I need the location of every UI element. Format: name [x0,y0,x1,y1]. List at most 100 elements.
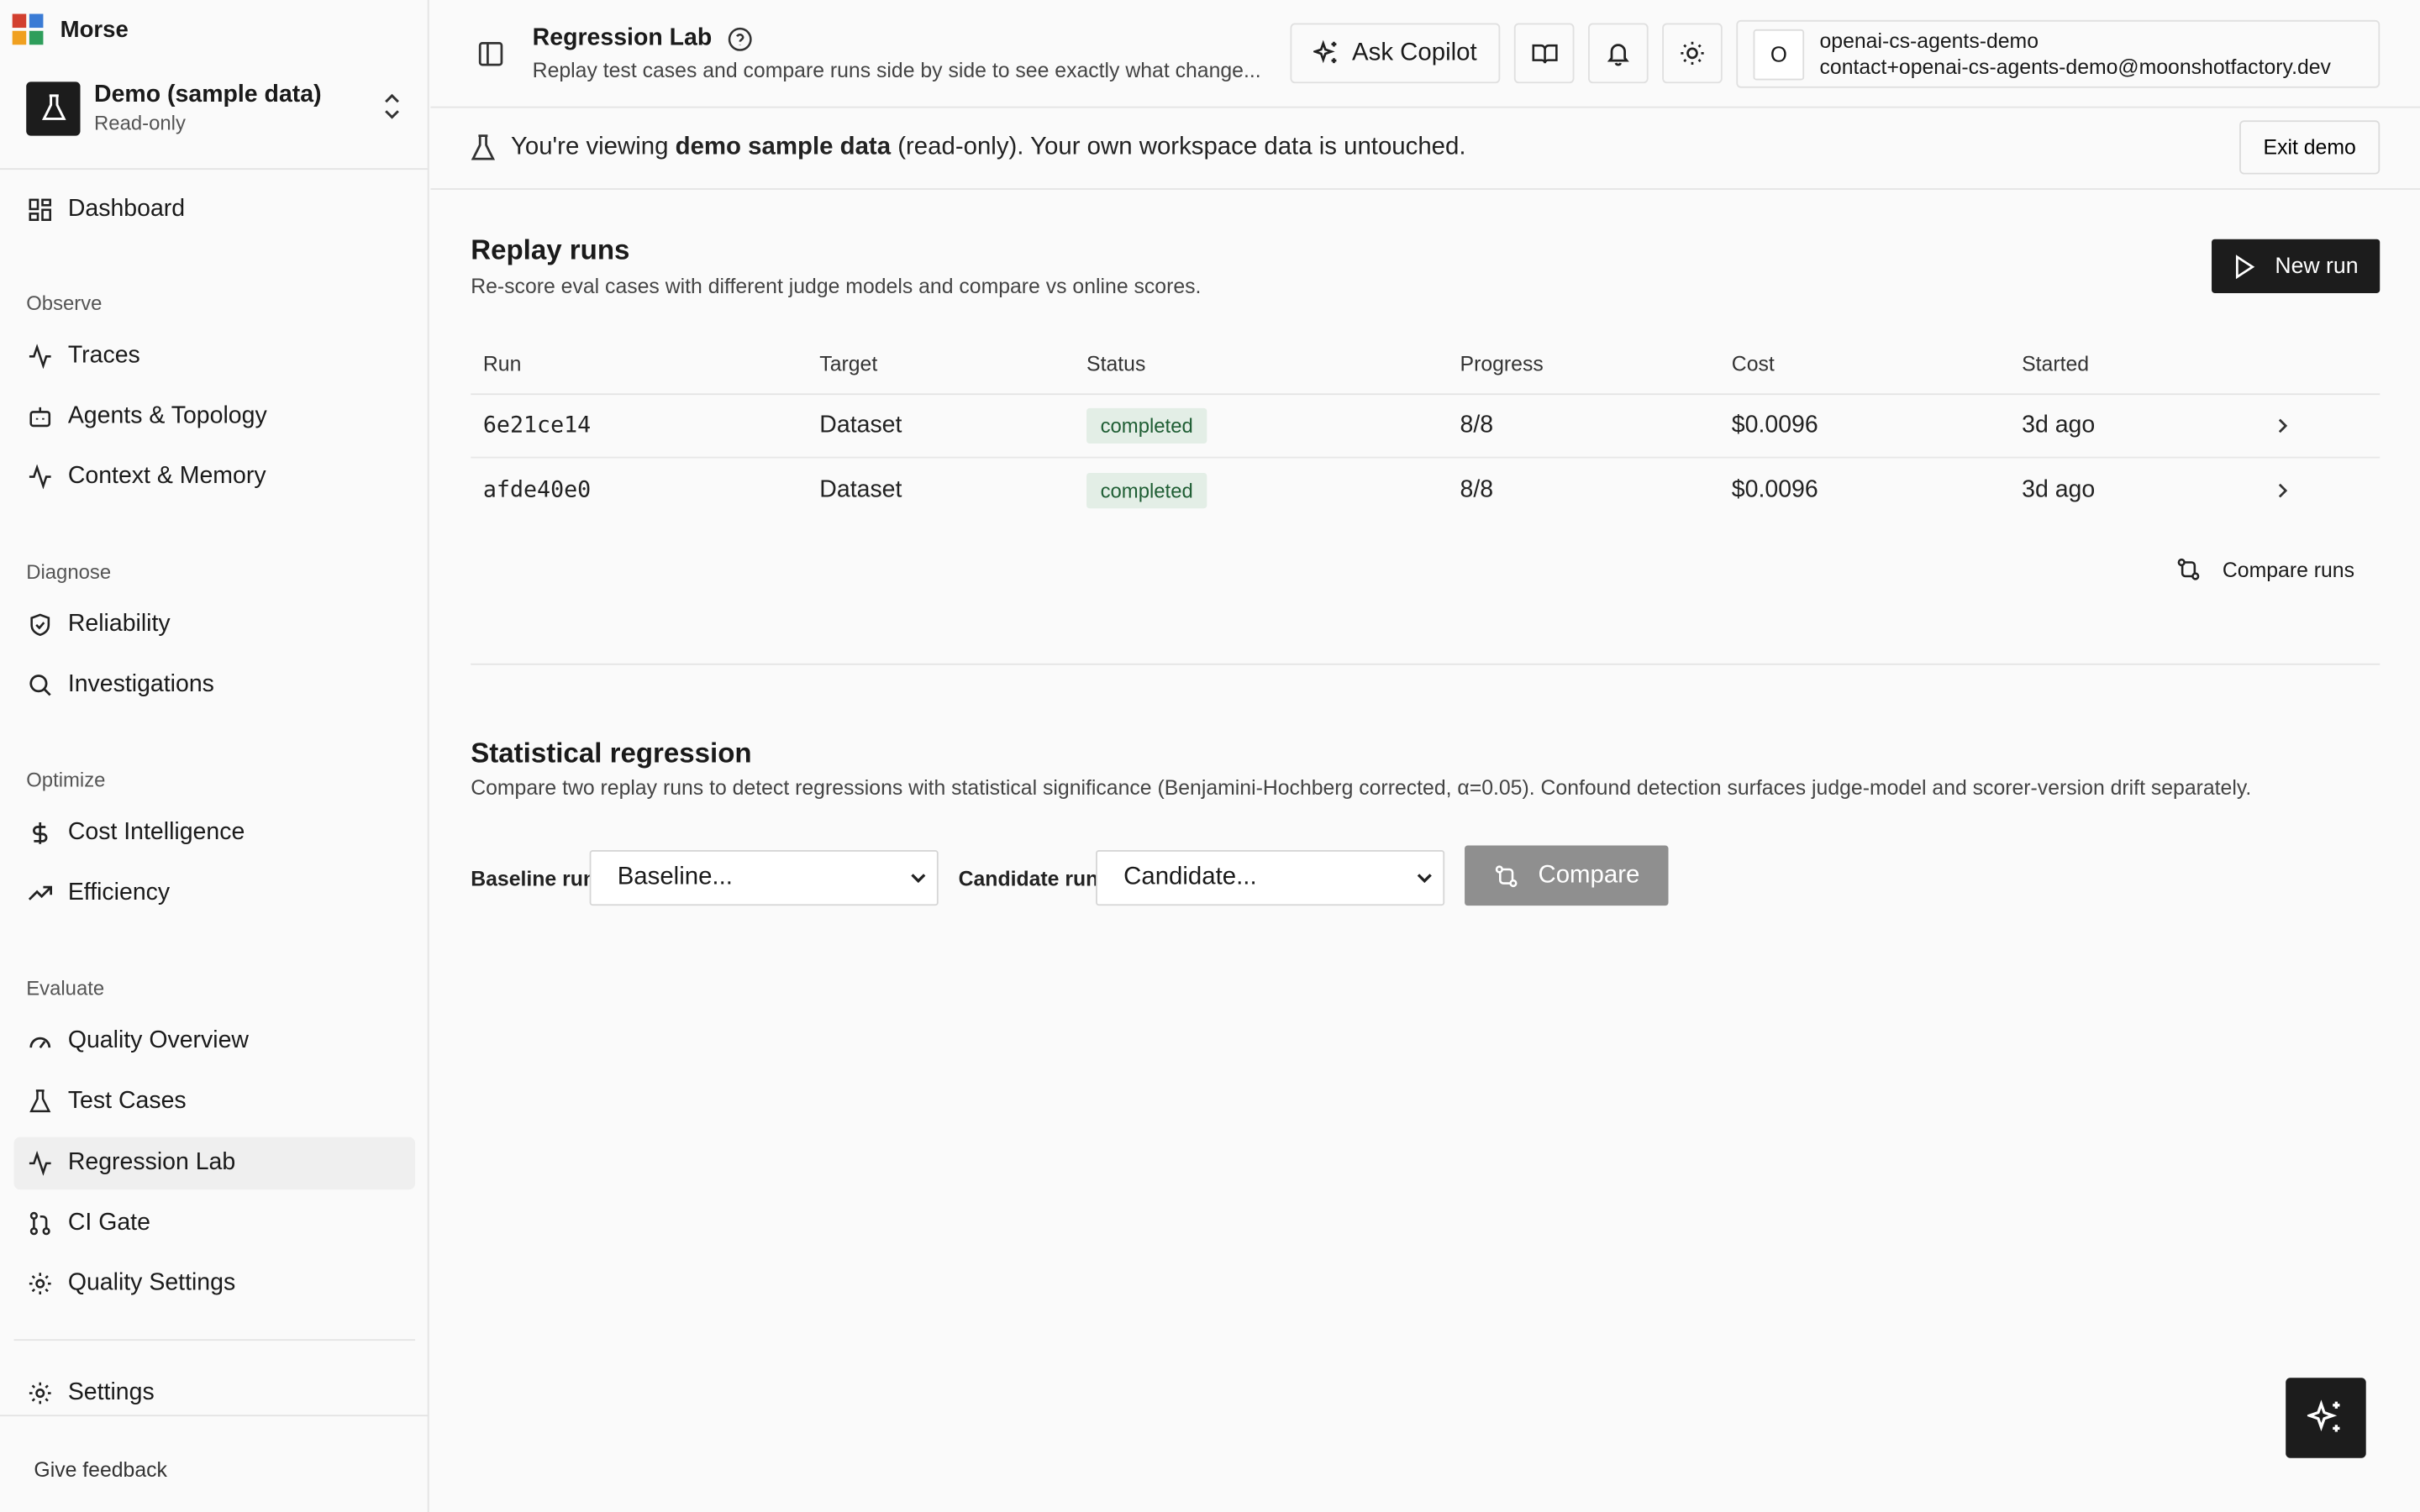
sidebar-item-label: Agents & Topology [67,402,267,429]
sidebar-item-test-cases[interactable]: Test Cases [14,1075,416,1127]
user-menu[interactable]: O openai-cs-agents-demo contact+openai-c… [1736,19,2381,88]
column-header-status[interactable]: Status [1086,352,1145,375]
candidate-run-label: Candidate run [958,867,1099,890]
sidebar-item-cost[interactable]: Cost Intelligence [14,807,416,859]
section-optimize: Optimize [26,768,106,792]
git-pull-request-icon [29,1211,50,1236]
compare-label: Compare [1538,861,1640,889]
sidebar-divider [0,168,429,171]
baseline-run-label: Baseline run [471,867,597,890]
sidebar-item-traces[interactable]: Traces [14,330,416,382]
chevron-right-icon[interactable] [2275,417,2290,435]
status-badge: completed [1086,407,1207,444]
search-icon [29,675,51,696]
play-icon [2235,254,2255,279]
demo-banner-text: You're viewing demo sample data (read-on… [510,134,1466,161]
sidebar-item-settings[interactable]: Settings [14,1367,416,1419]
sparkles-icon [1313,39,1337,64]
baseline-run-select[interactable]: Baseline... [589,850,939,906]
activity-icon [29,464,51,490]
dashboard-icon [29,198,51,222]
statistical-regression-title: Statistical regression [471,737,752,769]
sidebar-item-reliability[interactable]: Reliability [14,599,416,651]
demo-banner: You're viewing demo sample data (read-on… [430,109,2420,190]
workspace-switcher[interactable]: Demo (sample data) Read-only [26,77,412,139]
sidebar-item-dashboard[interactable]: Dashboard [14,184,416,236]
sidebar-item-quality-settings[interactable]: Quality Settings [14,1257,416,1310]
theme-toggle-button[interactable] [1662,23,1723,84]
table-header: Run Target Status Progress Cost Started [471,333,2381,396]
run-started: 3d ago [2022,412,2096,438]
column-header-target[interactable]: Target [819,352,877,375]
sidebar-item-regression-lab[interactable]: Regression Lab [13,1137,416,1190]
new-run-label: New run [2275,254,2359,279]
sidebar-toggle-icon[interactable] [477,40,505,68]
brand[interactable]: Morse [12,13,129,46]
shield-check-icon [30,613,50,637]
copilot-fab-button[interactable] [2286,1378,2366,1458]
table-row[interactable]: afde40e0 Dataset completed 8/8 $0.0096 3… [471,459,2380,522]
sidebar-item-agents[interactable]: Agents & Topology [14,391,416,443]
sidebar-item-label: Context & Memory [67,463,266,490]
section-divider [471,663,2381,665]
page-title: Regression Lab [533,24,754,52]
column-header-progress[interactable]: Progress [1460,352,1544,375]
replay-runs-description: Re-score eval cases with different judge… [471,274,1202,298]
candidate-run-select[interactable]: Candidate... [1096,850,1445,906]
sidebar: Morse Demo (sample data) Read-only Dashb… [0,0,429,1512]
section-diagnose: Diagnose [26,559,112,584]
sidebar-item-label: Quality Overview [67,1027,250,1054]
sidebar-item-context[interactable]: Context & Memory [14,450,416,502]
sidebar-item-label: Settings [67,1379,155,1406]
ask-copilot-button[interactable]: Ask Copilot [1290,23,1501,84]
compare-button[interactable]: Compare [1465,845,1669,906]
run-target: Dataset [819,412,902,438]
sidebar-item-label: Dashboard [67,196,186,223]
run-progress: 8/8 [1460,412,1494,438]
column-header-run[interactable]: Run [483,352,521,375]
sidebar-item-label: CI Gate [67,1209,150,1236]
table-row[interactable]: 6e21ce14 Dataset completed 8/8 $0.0096 3… [471,395,2381,459]
docs-button[interactable] [1513,23,1575,84]
section-evaluate: Evaluate [26,976,105,1000]
trending-up-icon [28,885,52,900]
compare-runs-label: Compare runs [2222,557,2355,581]
notifications-button[interactable] [1587,23,1649,84]
chevrons-up-down-icon [385,93,399,119]
chevron-down-icon [1417,874,1432,884]
gauge-icon [29,1037,51,1048]
workspace-title: Demo (sample data) [94,81,322,108]
sidebar-item-ci-gate[interactable]: CI Gate [14,1197,416,1249]
chevron-down-icon [911,874,926,884]
exit-demo-button[interactable]: Exit demo [2239,120,2381,175]
give-feedback-link[interactable]: Give feedback [34,1458,167,1482]
run-id: afde40e0 [482,477,592,502]
sidebar-item-label: Efficiency [67,879,171,906]
chevron-right-icon[interactable] [2275,480,2290,499]
activity-icon [29,1151,51,1176]
sidebar-item-quality-overview[interactable]: Quality Overview [14,1016,416,1068]
replay-runs-table: Run Target Status Progress Cost Started … [471,333,2381,522]
sidebar-item-efficiency[interactable]: Efficiency [14,867,416,919]
bell-icon [1607,44,1629,66]
dollar-icon [33,822,48,844]
sidebar-item-label: Reliability [67,611,171,638]
column-header-cost[interactable]: Cost [1732,352,1775,375]
run-id: 6e21ce14 [482,413,592,438]
column-header-started[interactable]: Started [2022,352,2089,375]
sun-icon [1681,41,1704,66]
flask-icon [471,134,496,160]
bot-icon [29,407,51,428]
compare-runs-button[interactable]: Compare runs [2176,555,2354,583]
brand-name: Morse [60,16,129,43]
ask-copilot-label: Ask Copilot [1352,39,1477,66]
sidebar-item-label: Test Cases [67,1087,187,1115]
flask-icon [29,1089,51,1113]
sidebar-divider [13,1339,416,1341]
baseline-run-value: Baseline... [617,864,733,890]
run-progress: 8/8 [1460,475,1494,502]
sidebar-item-label: Regression Lab [67,1149,236,1176]
sidebar-item-investigations[interactable]: Investigations [14,659,416,711]
new-run-button[interactable]: New run [2212,239,2381,293]
help-circle-icon[interactable] [728,25,754,51]
